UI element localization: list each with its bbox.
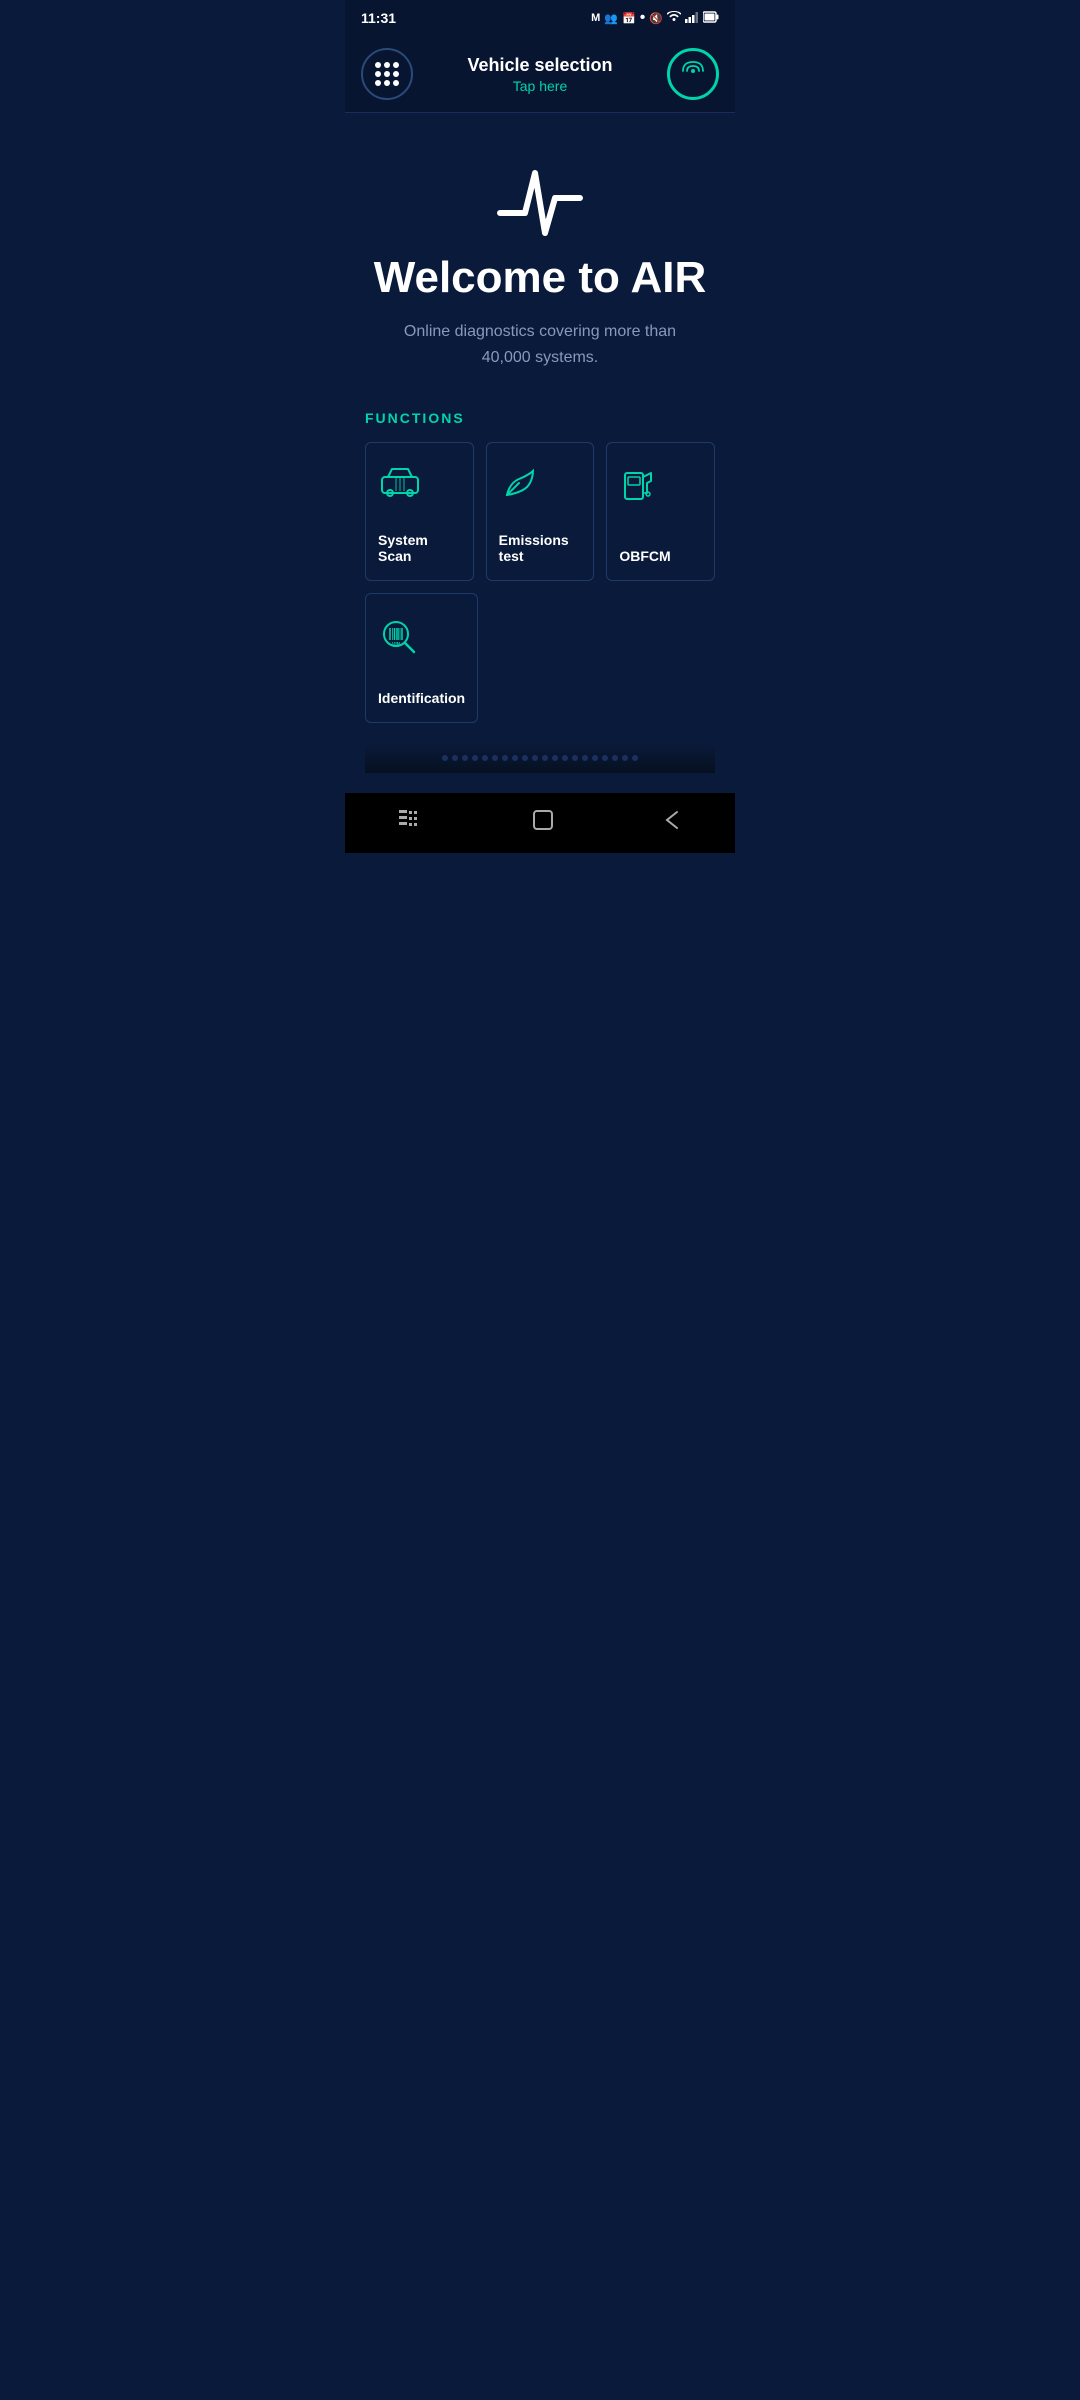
functions-grid-row2: VIN Identification: [365, 593, 715, 723]
status-bar: 11:31 M 👥 📅 • 🔇: [345, 0, 735, 36]
identification-label: Identification: [378, 690, 465, 706]
nav-home-icon[interactable]: [531, 808, 555, 838]
functions-section: FUNCTIONS: [365, 410, 715, 723]
signal-icon: [685, 11, 699, 26]
functions-label: FUNCTIONS: [365, 410, 715, 426]
dot-2: [384, 62, 390, 68]
wifi-icon: [667, 11, 681, 26]
nav-back-icon[interactable]: [663, 808, 681, 838]
tap-here-label: Tap here: [413, 78, 667, 94]
pulse-waveform-icon: [490, 153, 590, 253]
dot-9: [393, 80, 399, 86]
hero-section: Welcome to AIR Online diagnostics coveri…: [365, 153, 715, 370]
bottom-dots-decoration: [365, 743, 715, 773]
calendar-icon: 📅: [622, 12, 636, 25]
vin-icon: VIN: [378, 614, 422, 667]
nav-bar: [345, 793, 735, 853]
app-header: Vehicle selection Tap here: [345, 36, 735, 113]
status-time: 11:31: [361, 10, 396, 26]
fuel-icon: [619, 463, 659, 512]
welcome-title: Welcome to AIR: [374, 253, 707, 303]
leaf-icon: [499, 463, 539, 512]
battery-icon: [703, 11, 719, 26]
status-icons: M 👥 📅 • 🔇: [591, 9, 719, 27]
signal-button[interactable]: [667, 48, 719, 100]
nav-menu-icon[interactable]: [399, 810, 423, 836]
welcome-subtitle: Online diagnostics covering more than 40…: [400, 319, 680, 370]
mute-icon: 🔇: [649, 12, 663, 25]
dot-1: [375, 62, 381, 68]
function-card-identification[interactable]: VIN Identification: [365, 593, 478, 723]
gmail-icon: M: [591, 12, 600, 24]
team-icon: 👥: [604, 12, 618, 25]
menu-dots-grid: [375, 62, 399, 86]
car-scan-icon: [378, 463, 422, 508]
menu-button[interactable]: [361, 48, 413, 100]
system-scan-label: System Scan: [378, 532, 461, 564]
emissions-test-label: Emissions test: [499, 532, 582, 564]
vehicle-selection-label: Vehicle selection: [413, 55, 667, 76]
dot-7: [375, 80, 381, 86]
dot-6: [393, 71, 399, 77]
dot-5: [384, 71, 390, 77]
notification-dot: •: [640, 9, 646, 27]
main-content: Welcome to AIR Online diagnostics coveri…: [345, 113, 735, 793]
function-card-system-scan[interactable]: System Scan: [365, 442, 474, 581]
function-card-emissions[interactable]: Emissions test: [486, 442, 595, 581]
dot-4: [375, 71, 381, 77]
dot-8: [384, 80, 390, 86]
dot-3: [393, 62, 399, 68]
function-card-obfcm[interactable]: OBFCM: [606, 442, 715, 581]
functions-grid-row1: System Scan Emissions test: [365, 442, 715, 581]
wireless-signal-icon: [680, 58, 706, 90]
obfcm-label: OBFCM: [619, 548, 670, 564]
svg-text:VIN: VIN: [392, 642, 401, 648]
header-center[interactable]: Vehicle selection Tap here: [413, 55, 667, 94]
